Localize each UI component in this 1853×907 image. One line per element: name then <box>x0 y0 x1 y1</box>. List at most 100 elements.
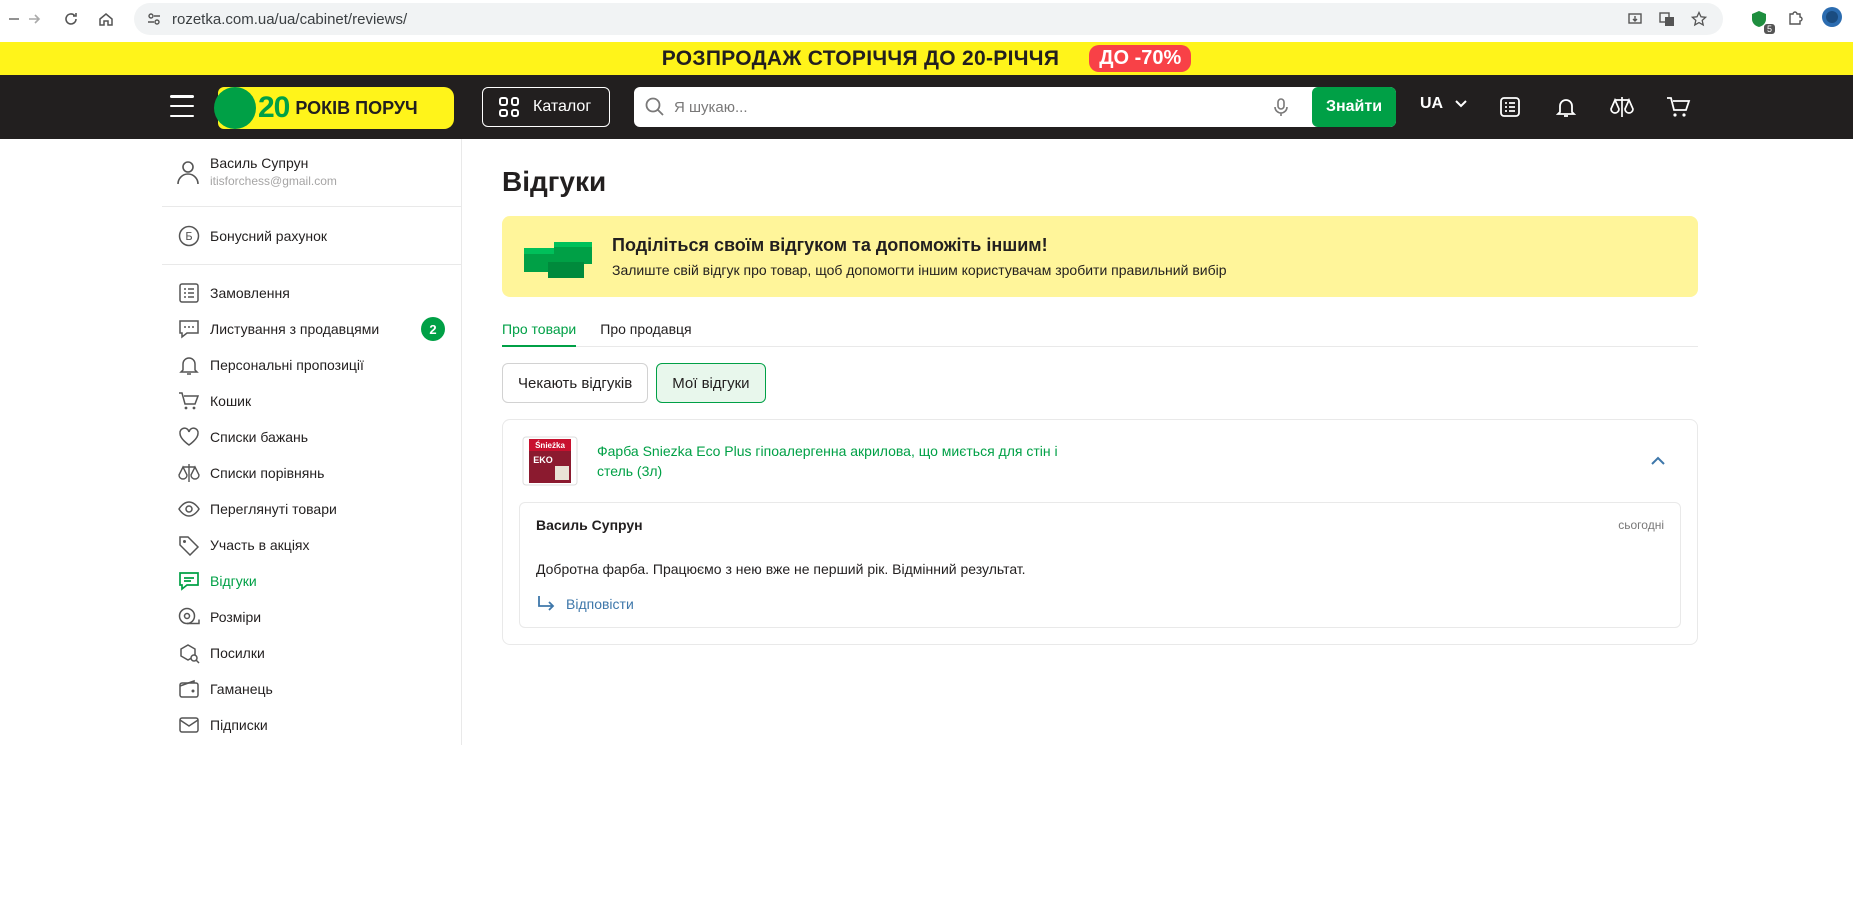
svg-text:Б: Б <box>185 230 193 243</box>
promo-badge: ДО -70% <box>1089 45 1192 72</box>
sidebar-item-sizes[interactable]: Розміри <box>162 599 461 635</box>
heart-icon <box>178 426 200 448</box>
microphone-icon[interactable] <box>1270 96 1292 118</box>
svg-text:Śnieżka: Śnieżka <box>535 441 565 450</box>
extensions-puzzle-icon[interactable] <box>1787 8 1805 31</box>
logo-smile-icon <box>214 87 256 129</box>
sidebar-menu: Замовлення Листування з продавцями 2 Пер… <box>162 265 461 743</box>
review-date: сьогодні <box>1618 518 1664 532</box>
sidebar-item-viewed-products[interactable]: Переглянуті товари <box>162 491 461 527</box>
banner-title: Поділіться своїм відгуком та допоможіть … <box>612 235 1048 255</box>
search-icon <box>645 97 664 116</box>
measuring-tape-icon <box>178 606 200 628</box>
search-submit-button[interactable]: Знайти <box>1312 87 1396 127</box>
forward-button[interactable] <box>20 5 48 33</box>
sidebar-item-label: Замовлення <box>210 285 290 301</box>
sidebar-item-promotions[interactable]: Участь в акціях <box>162 527 461 563</box>
review-product-link[interactable]: Фарба Sniezka Eco Plus гіпоалергенна акр… <box>597 441 1077 481</box>
review-text: Добротна фарба. Працюємо з нею вже не пе… <box>536 561 1026 577</box>
wallet-icon <box>178 678 200 700</box>
review-author: Василь Супрун <box>536 517 643 533</box>
search-input[interactable] <box>674 98 1274 116</box>
sidebar-item-cart[interactable]: Кошик <box>162 383 461 419</box>
orders-list-icon[interactable] <box>1494 91 1526 123</box>
promo-banner[interactable]: РОЗПРОДАЖ СТОРІЧЧЯ ДО 20-РІЧЧЯ ДО -70% <box>0 42 1853 75</box>
sidebar-item-label: Списки порівнянь <box>210 465 325 481</box>
user-icon <box>177 161 199 185</box>
translate-icon[interactable] <box>1657 9 1677 29</box>
notifications-bell-icon[interactable] <box>1550 91 1582 123</box>
install-icon[interactable] <box>1625 9 1645 29</box>
reply-button[interactable]: Відповісти <box>536 595 1664 613</box>
envelope-icon <box>178 714 200 736</box>
sidebar-item-label: Бонусний рахунок <box>210 227 328 244</box>
logo-number: 20 <box>258 91 290 124</box>
sidebar-item-wishlists[interactable]: Списки бажань <box>162 419 461 455</box>
sidebar-item-label: Переглянуті товари <box>210 501 337 517</box>
svg-text:EKO: EKO <box>533 455 553 465</box>
tab-about-seller[interactable]: Про продавця <box>600 315 691 347</box>
profile-avatar-icon[interactable] <box>1821 6 1843 33</box>
compare-scales-icon[interactable] <box>1606 91 1638 123</box>
bookmark-star-icon[interactable] <box>1689 9 1709 29</box>
sidebar-item-label: Розміри <box>210 609 262 625</box>
home-button[interactable] <box>92 5 120 33</box>
catalog-label: Каталог <box>533 98 592 115</box>
site-logo[interactable]: 20 РОКІВ ПОРУЧ <box>214 87 454 129</box>
sidebar-item-reviews[interactable]: Відгуки <box>162 563 461 599</box>
extension-badge: 5 <box>1763 23 1775 34</box>
language-selector[interactable]: UA <box>1420 95 1467 113</box>
sidebar-item-parcels[interactable]: Посилки <box>162 635 461 671</box>
product-paint-bucket-image[interactable]: Śnieżka EKO <box>519 436 581 486</box>
sidebar-item-subscriptions[interactable]: Підписки <box>162 707 461 743</box>
review-tabs: Про товари Про продавця <box>502 315 1698 347</box>
address-bar[interactable]: rozetka.com.ua/ua/cabinet/reviews/ <box>134 3 1723 35</box>
catalog-button[interactable]: Каталог <box>482 87 610 127</box>
sidebar-item-bonus[interactable]: Б Бонусний рахунок <box>162 207 461 265</box>
review-product-row[interactable]: Śnieżka EKO Фарба Sniezka Eco Plus гіпоа… <box>519 436 1681 486</box>
sidebar-item-compare-lists[interactable]: Списки порівнянь <box>162 455 461 491</box>
tab-about-products[interactable]: Про товари <box>502 315 577 347</box>
reload-button[interactable] <box>57 5 85 33</box>
cabinet-sidebar: Василь Супрун itisforchess@gmail.com Б Б… <box>162 139 462 745</box>
filter-awaiting-reviews-button[interactable]: Чекають відгуків <box>502 363 649 403</box>
reply-arrow-icon <box>538 596 555 611</box>
browser-toolbar: rozetka.com.ua/ua/cabinet/reviews/ 5 <box>0 0 1853 38</box>
reply-label: Відповісти <box>566 596 634 612</box>
sidebar-item-seller-messages[interactable]: Листування з продавцями 2 <box>162 311 461 347</box>
review-bubble-icon <box>178 570 200 592</box>
chat-bubble-icon <box>178 318 200 340</box>
review-card: Śnieżka EKO Фарба Sniezka Eco Plus гіпоа… <box>502 419 1698 645</box>
logo-text: РОКІВ ПОРУЧ <box>295 97 418 118</box>
site-info-icon[interactable] <box>146 11 162 27</box>
menu-burger-icon[interactable] <box>170 95 194 117</box>
boxes-illustration-icon <box>524 241 592 278</box>
cart-icon <box>178 390 200 412</box>
user-email: itisforchess@gmail.com <box>210 174 337 188</box>
chevron-up-icon[interactable] <box>1651 456 1665 466</box>
catalog-grid-icon <box>499 97 519 117</box>
user-profile[interactable]: Василь Супрун itisforchess@gmail.com <box>162 139 461 207</box>
user-name: Василь Супрун <box>210 155 309 171</box>
unread-count-badge: 2 <box>421 317 445 341</box>
sidebar-item-orders[interactable]: Замовлення <box>162 275 461 311</box>
eye-icon <box>178 498 200 520</box>
sidebar-item-label: Підписки <box>210 717 268 733</box>
extension-shield-icon[interactable]: 5 <box>1749 9 1775 34</box>
sidebar-item-personal-offers[interactable]: Персональні пропозиції <box>162 347 461 383</box>
filter-my-reviews-button[interactable]: Мої відгуки <box>656 363 766 403</box>
reviews-promo-banner: Поділіться своїм відгуком та допоможіть … <box>502 216 1698 297</box>
sidebar-item-label: Персональні пропозиції <box>210 357 364 373</box>
sidebar-item-label: Кошик <box>210 393 252 409</box>
orders-list-icon <box>178 282 200 304</box>
cart-icon[interactable] <box>1662 91 1694 123</box>
site-header: 20 РОКІВ ПОРУЧ Каталог Знайти UA <box>0 75 1853 139</box>
bonus-coin-icon: Б <box>178 225 200 247</box>
language-label: UA <box>1420 95 1444 112</box>
sidebar-item-wallet[interactable]: Гаманець <box>162 671 461 707</box>
url-text: rozetka.com.ua/ua/cabinet/reviews/ <box>172 10 408 28</box>
sidebar-item-label: Списки бажань <box>210 429 309 445</box>
price-tag-icon <box>178 534 200 556</box>
compare-scales-icon <box>178 462 200 484</box>
search-bar: Знайти <box>634 87 1396 127</box>
